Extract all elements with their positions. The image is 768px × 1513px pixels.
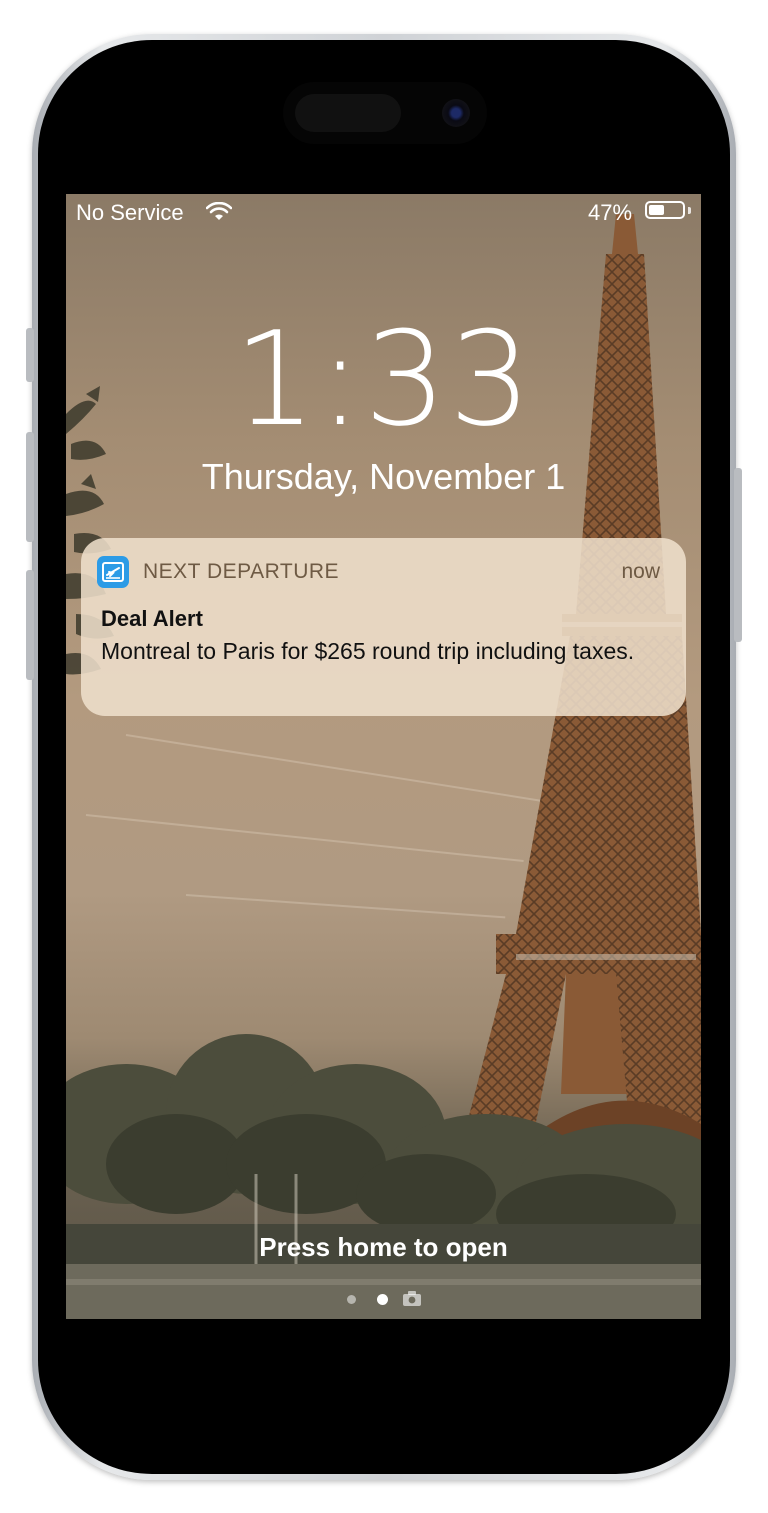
volume-down-button [26, 570, 34, 680]
island-sensor [295, 94, 401, 132]
trees-foreground-image [66, 1034, 701, 1319]
power-button [734, 468, 742, 642]
page-indicator[interactable] [347, 1290, 427, 1310]
battery-percent: 47% [588, 200, 633, 225]
battery-icon [645, 201, 685, 219]
notification-time: now [621, 560, 660, 583]
lock-clock: 1:33 [233, 303, 534, 455]
volume-up-button [26, 432, 34, 542]
battery-fill [649, 205, 665, 215]
status-bar: No Service 47% [66, 194, 701, 230]
action-button [26, 328, 34, 382]
front-camera-icon [442, 99, 470, 127]
notification-card[interactable]: NEXT DEPARTURE now Deal Alert Montreal t… [81, 538, 686, 716]
battery-tip [688, 207, 691, 214]
lock-date: Thursday, November 1 [201, 456, 566, 497]
lock-screen: No Service 47% 1:33 Thursday, November 1… [66, 194, 701, 1319]
page-dot-active[interactable] [377, 1294, 388, 1305]
notification-app-name: NEXT DEPARTURE [143, 560, 340, 583]
page-dot[interactable] [347, 1295, 356, 1304]
press-home-hint: Press home to open [259, 1232, 508, 1262]
notification-title: Deal Alert [101, 606, 203, 631]
wifi-icon [206, 202, 232, 220]
notification-body: Montreal to Paris for $265 round trip in… [101, 638, 635, 664]
airplane-ticket-icon [97, 556, 129, 588]
camera-icon[interactable] [402, 1290, 422, 1308]
carrier-label: No Service [76, 200, 184, 225]
